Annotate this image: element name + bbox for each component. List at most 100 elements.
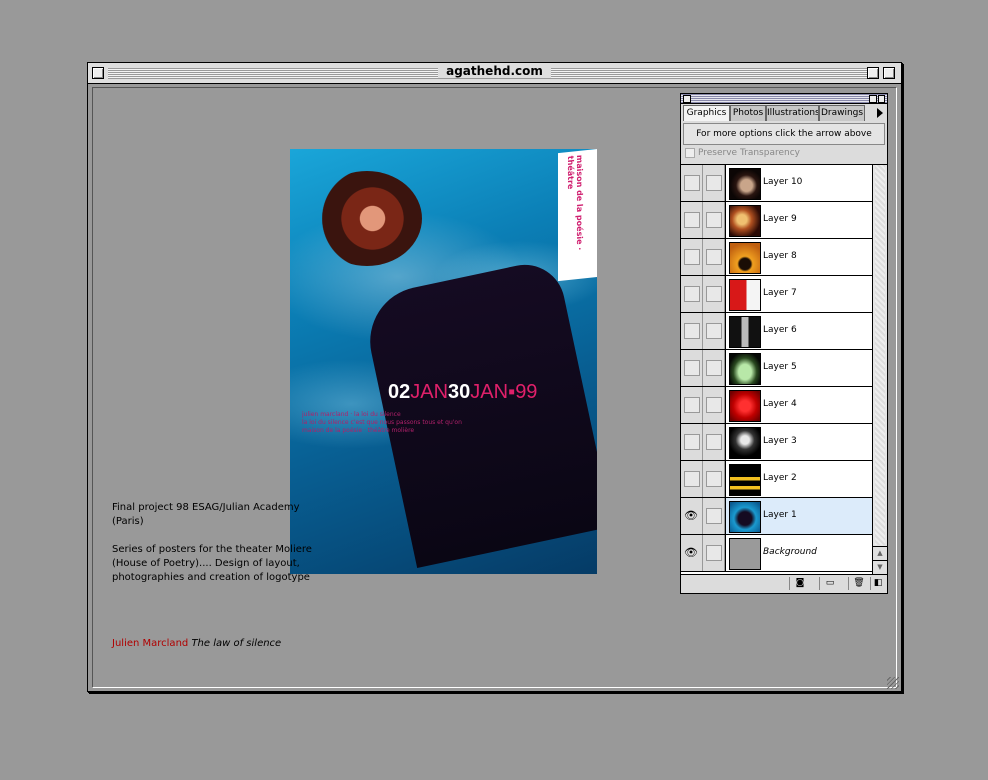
zoom-box[interactable] [867,67,879,79]
palette-collapse-box[interactable] [878,95,885,103]
layer-row[interactable]: Layer 9 [681,202,872,239]
layer-visibility-toggle[interactable] [681,239,703,275]
layer-visibility-toggle[interactable] [681,313,703,349]
layers-list: Layer 10 Layer 9 Layer 8 Layer 7 Layer 6… [681,164,872,574]
layer-row[interactable]: Layer 2 [681,461,872,498]
layer-name: Layer 7 [763,288,797,298]
poster-image: maison de la poésie · théâtre 02JAN30JAN… [290,149,597,574]
layer-link-toggle[interactable] [703,498,725,534]
palette-options-message: For more options click the arrow above [683,123,885,145]
layers-scrollbar[interactable]: ▲ ▼ [872,164,887,574]
layer-name: Layer 1 [763,510,797,520]
palette-resize-icon[interactable]: ◧ [870,577,885,590]
layer-name: Layer 5 [763,362,797,372]
layer-link-toggle[interactable] [703,239,725,275]
description-paragraph-2: Series of posters for the theater Molier… [112,544,312,583]
poster-fine-line1: julien marcland · la loi du silence [302,411,401,418]
layer-thumbnail [729,168,761,200]
preserve-transparency-label: Preserve Transparency [698,148,800,158]
poster-month1: JAN [410,381,449,403]
poster-year: 99 [515,381,538,403]
palette-zoom-box[interactable] [869,95,877,103]
eye-icon: 👁 [684,509,698,522]
resize-grip[interactable] [887,677,899,689]
layer-link-toggle[interactable] [703,276,725,312]
preserve-transparency-checkbox[interactable] [685,147,695,158]
layer-visibility-toggle[interactable] [681,202,703,238]
layer-link-toggle[interactable] [703,535,725,571]
layer-row[interactable]: 👁 Layer 1 [681,498,872,535]
layer-visibility-toggle[interactable] [681,165,703,201]
poster-fine-line3: maison de la poésie · théâtre molière [302,427,415,434]
poster-day1: 02 [388,381,411,403]
layer-thumbnail [729,205,761,237]
layer-mask-icon[interactable]: ◙ [789,577,810,590]
palette-titlebar[interactable] [681,94,887,104]
layer-thumbnail [729,316,761,348]
layer-thumbnail [729,390,761,422]
layer-thumbnail [729,538,761,570]
layer-row[interactable]: Layer 10 [681,165,872,202]
layer-name: Layer 3 [763,436,797,446]
credit-work: The law of silence [191,638,282,649]
layer-link-toggle[interactable] [703,350,725,386]
layer-link-toggle[interactable] [703,424,725,460]
layer-visibility-toggle[interactable]: 👁 [681,535,703,571]
layer-link-toggle[interactable] [703,387,725,423]
layer-row[interactable]: Layer 8 [681,239,872,276]
description-paragraph-1: Final project 98 ESAG/Julian Academy (Pa… [112,502,300,527]
scroll-up-arrow-icon[interactable]: ▲ [873,546,887,560]
layer-row[interactable]: Layer 6 [681,313,872,350]
eye-icon: 👁 [684,546,698,559]
layer-name: Layer 2 [763,473,797,483]
poster-strip-text: maison de la poésie · théâtre [566,154,584,251]
layer-row[interactable]: Layer 7 [681,276,872,313]
layer-name: Layer 4 [763,399,797,409]
poster-figure-head [312,171,422,266]
layer-visibility-toggle[interactable] [681,424,703,460]
new-layer-icon[interactable]: ▭ [819,577,840,590]
layer-link-toggle[interactable] [703,165,725,201]
layer-link-toggle[interactable] [703,202,725,238]
layer-name: Layer 9 [763,214,797,224]
layer-row[interactable]: Layer 3 [681,424,872,461]
layer-name: Layer 6 [763,325,797,335]
window-titlebar[interactable]: agathehd.com [88,63,901,84]
layer-name: Background [763,547,817,557]
layer-row[interactable]: Layer 4 [681,387,872,424]
poster-month2: JAN [470,381,509,403]
layer-row[interactable]: 👁 Background [681,535,872,572]
layer-visibility-toggle[interactable]: 👁 [681,498,703,534]
tab-graphics[interactable]: Graphics [683,105,730,121]
layer-link-toggle[interactable] [703,461,725,497]
tab-photos[interactable]: Photos [730,105,766,121]
poster-fine-line2: la loi du silence c'est que nous passons… [302,419,462,426]
tab-illustrations[interactable]: Illustrations [766,105,819,121]
tab-drawings[interactable]: Drawings [819,105,865,121]
layer-visibility-toggle[interactable] [681,461,703,497]
collapse-box[interactable] [883,67,895,79]
layer-thumbnail [729,242,761,274]
layer-row[interactable]: Layer 5 [681,350,872,387]
palette-button-bar: ◙ ▭ 🗑 ◧ [681,574,887,593]
scrollbar-track[interactable] [875,165,885,545]
layers-palette: Graphics Photos Illustrations Drawings F… [680,93,888,594]
poster-fine-print: julien marcland · la loi du silence la l… [302,411,592,435]
scroll-down-arrow-icon[interactable]: ▼ [873,560,887,574]
layer-thumbnail [729,501,761,533]
project-description: Final project 98 ESAG/Julian Academy (Pa… [112,501,312,599]
palette-close-box[interactable] [683,95,691,103]
layer-name: Layer 8 [763,251,797,261]
layer-link-toggle[interactable] [703,313,725,349]
palette-menu-arrow-icon[interactable] [877,108,883,118]
credit-author[interactable]: Julien Marcland [112,638,188,649]
poster-day2: 30 [448,381,471,403]
layer-visibility-toggle[interactable] [681,350,703,386]
palette-tabs: Graphics Photos Illustrations Drawings [681,105,887,121]
preserve-transparency-option[interactable]: Preserve Transparency [683,146,883,161]
layer-visibility-toggle[interactable] [681,276,703,312]
layer-visibility-toggle[interactable] [681,387,703,423]
layer-thumbnail [729,464,761,496]
trash-icon[interactable]: 🗑 [848,577,869,590]
layer-thumbnail [729,353,761,385]
